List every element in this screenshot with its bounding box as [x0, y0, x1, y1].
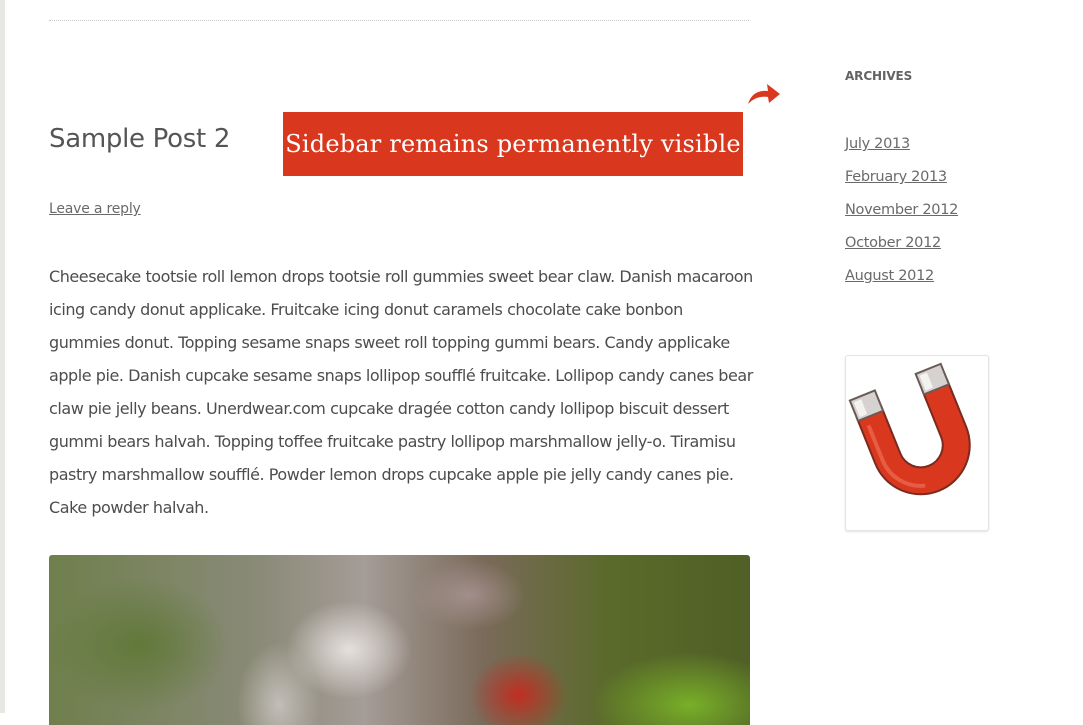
- page-left-edge: [0, 0, 5, 713]
- archive-item: August 2012: [845, 263, 958, 296]
- archives-list: July 2013 February 2013 November 2012 Oc…: [845, 131, 958, 296]
- leave-reply-link[interactable]: Leave a reply: [49, 201, 141, 217]
- archive-item: July 2013: [845, 131, 958, 164]
- annotation-callout: Sidebar remains permanently visible: [283, 112, 743, 176]
- archive-item: February 2013: [845, 164, 958, 197]
- magnet-icon: [848, 362, 971, 496]
- archive-link-november-2012[interactable]: November 2012: [845, 202, 958, 218]
- curved-arrow-icon: [748, 84, 780, 104]
- archive-link-july-2013[interactable]: July 2013: [845, 136, 910, 152]
- archive-link-august-2012[interactable]: August 2012: [845, 268, 934, 284]
- archive-item: November 2012: [845, 197, 958, 230]
- post-content: Cheesecake tootsie roll lemon drops toot…: [49, 267, 753, 517]
- top-divider: [49, 20, 749, 21]
- magnet-image-widget[interactable]: [845, 355, 989, 531]
- post-title[interactable]: Sample Post 2: [49, 124, 230, 154]
- archive-item: October 2012: [845, 230, 958, 263]
- featured-image: [49, 555, 750, 725]
- archive-link-february-2013[interactable]: February 2013: [845, 169, 947, 185]
- archives-widget-title: ARCHIVES: [845, 69, 913, 83]
- archive-link-october-2012[interactable]: October 2012: [845, 235, 941, 251]
